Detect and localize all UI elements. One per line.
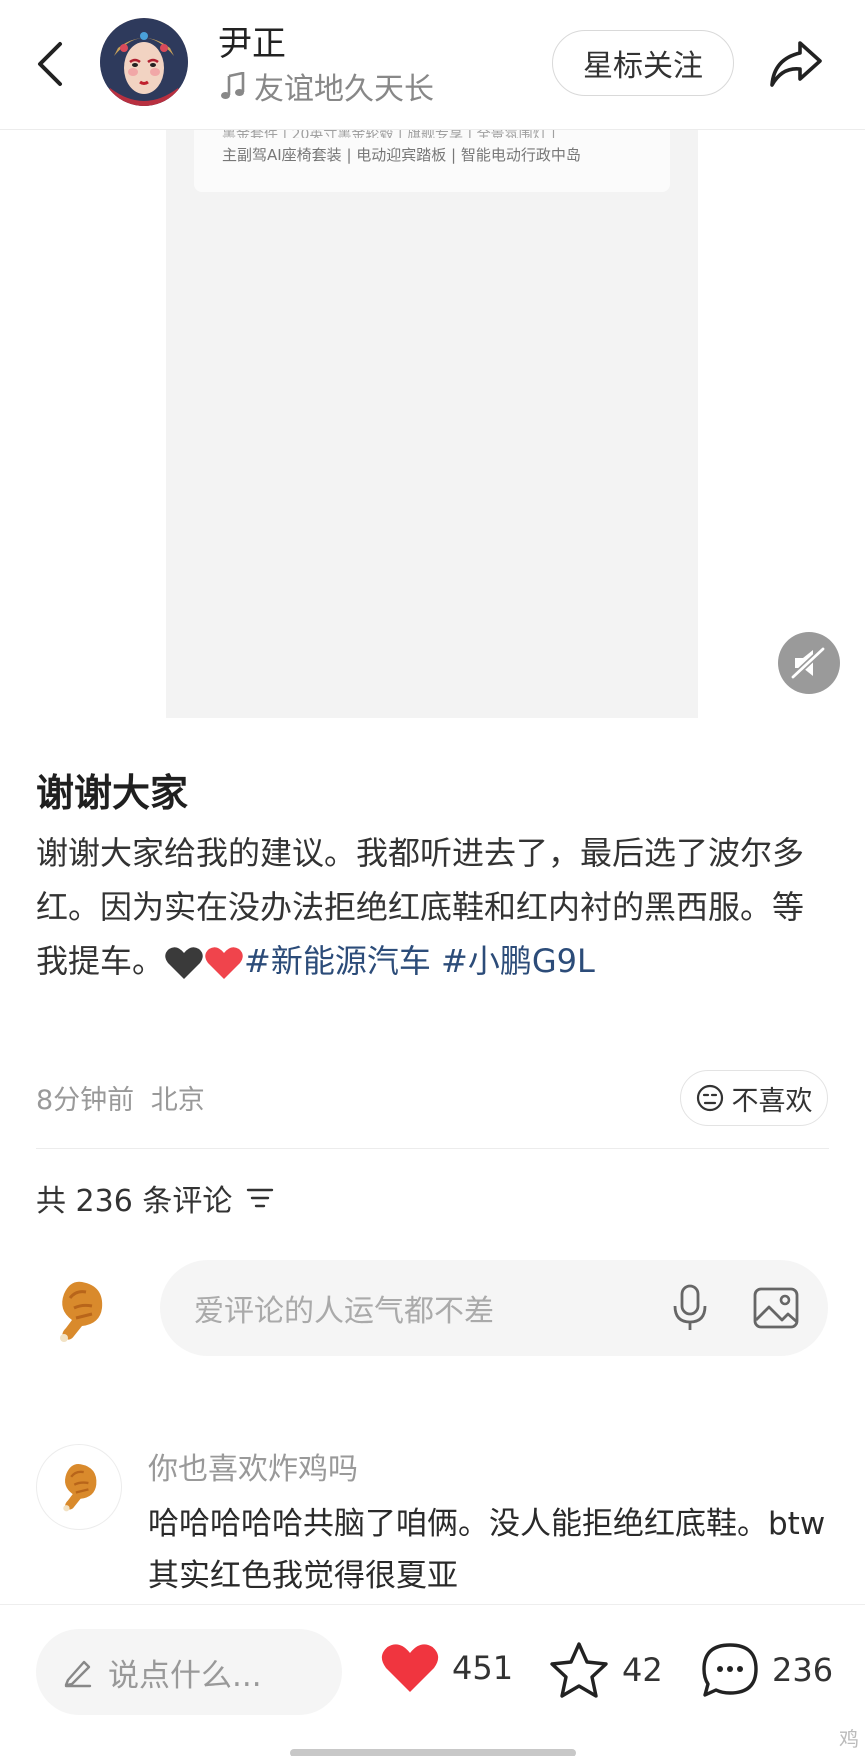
comment-count: 共 236 条评论 [36,1184,233,1219]
dislike-button[interactable]: 不喜欢 [680,1070,828,1126]
red-heart-icon [205,947,243,979]
fried-chicken-icon [60,1281,103,1342]
heart-icon [381,1644,439,1692]
opera-mask-avatar-icon [100,18,188,106]
post-location: 北京 [150,1085,205,1116]
mic-icon[interactable] [670,1284,710,1332]
post-image[interactable]: 黑金套件 | 20英寸黑金轮毂 | 旗舰专享 | 全景氛围灯 | 主副驾AI座椅… [166,127,698,718]
bottom-action-bar: 说点什么... 451 42 236 鸡 [0,1604,865,1756]
dislike-face-icon [696,1084,723,1112]
image-icon[interactable] [752,1286,800,1330]
back-button[interactable] [28,36,72,92]
say-placeholder: 说点什么... [108,1657,262,1694]
black-heart-icon [165,947,203,979]
fried-chicken-icon [63,1464,97,1512]
comment-button[interactable]: 236 [700,1641,833,1699]
comment-count-bottom: 236 [772,1651,834,1689]
back-icon [38,42,62,86]
music-label: 友谊地久天长 [254,72,434,107]
like-count: 451 [452,1649,514,1687]
music-tag[interactable]: 友谊地久天长 [220,64,434,108]
share-icon [770,41,822,87]
top-header: 尹正 友谊地久天长 星标关注 [0,0,865,130]
share-button[interactable] [764,32,828,96]
hashtag-link[interactable]: #新能源汽车 [244,942,431,980]
star-icon [550,1642,608,1698]
favorite-count: 42 [622,1651,663,1689]
comment-bubble-icon [702,1643,758,1697]
favorite-button[interactable]: 42 [548,1641,663,1699]
sort-icon[interactable] [246,1186,274,1210]
comment-input-placeholder: 爱评论的人运气都不差 [194,1294,494,1329]
follow-button[interactable]: 星标关注 [552,30,734,96]
comment-count-row[interactable]: 共 236 条评论 [36,1176,274,1220]
comment-text[interactable]: 哈哈哈哈哈共脑了咱俩。没人能拒绝红底鞋。btw其实红色我觉得很夏亚 [148,1498,828,1602]
hashtag-link[interactable]: #小鹏G9L [441,942,595,980]
comment-input[interactable]: 爱评论的人运气都不差 [160,1260,828,1356]
image-spec-text: 主副驾AI座椅套装 | 电动迎宾踏板 | 智能电动行政中岛 [222,146,581,164]
note-detail-page: 尹正 友谊地久天长 星标关注 黑金套件 | 20英寸黑金轮毂 | 旗舰专享 | … [0,0,865,1756]
watermark: 鸡 [839,1727,859,1751]
author-avatar[interactable] [100,18,188,106]
author-name[interactable]: 尹正 [218,16,286,65]
pencil-icon [64,1660,92,1688]
post-body: 谢谢大家给我的建议。我都听进去了，最后选了波尔多红。因为实在没办法拒绝红底鞋和红… [36,826,826,988]
say-something-input[interactable]: 说点什么... [36,1629,342,1715]
image-spec-card: 黑金套件 | 20英寸黑金轮毂 | 旗舰专享 | 全景氛围灯 | 主副驾AI座椅… [194,127,670,192]
mute-button[interactable] [778,632,840,694]
commenter-name[interactable]: 你也喜欢炸鸡吗 [148,1444,358,1488]
post-time: 8分钟前 [36,1085,135,1116]
post-title: 谢谢大家 [36,771,189,815]
music-note-icon [221,72,245,99]
mute-icon [791,647,826,679]
commenter-avatar[interactable] [36,1444,122,1530]
like-button[interactable]: 451 [380,1641,513,1695]
post-meta: 8分钟前 北京 [36,1078,205,1117]
divider [36,1148,829,1149]
dislike-label: 不喜欢 [731,1085,813,1117]
my-avatar[interactable] [52,1278,108,1344]
home-indicator [290,1749,576,1756]
